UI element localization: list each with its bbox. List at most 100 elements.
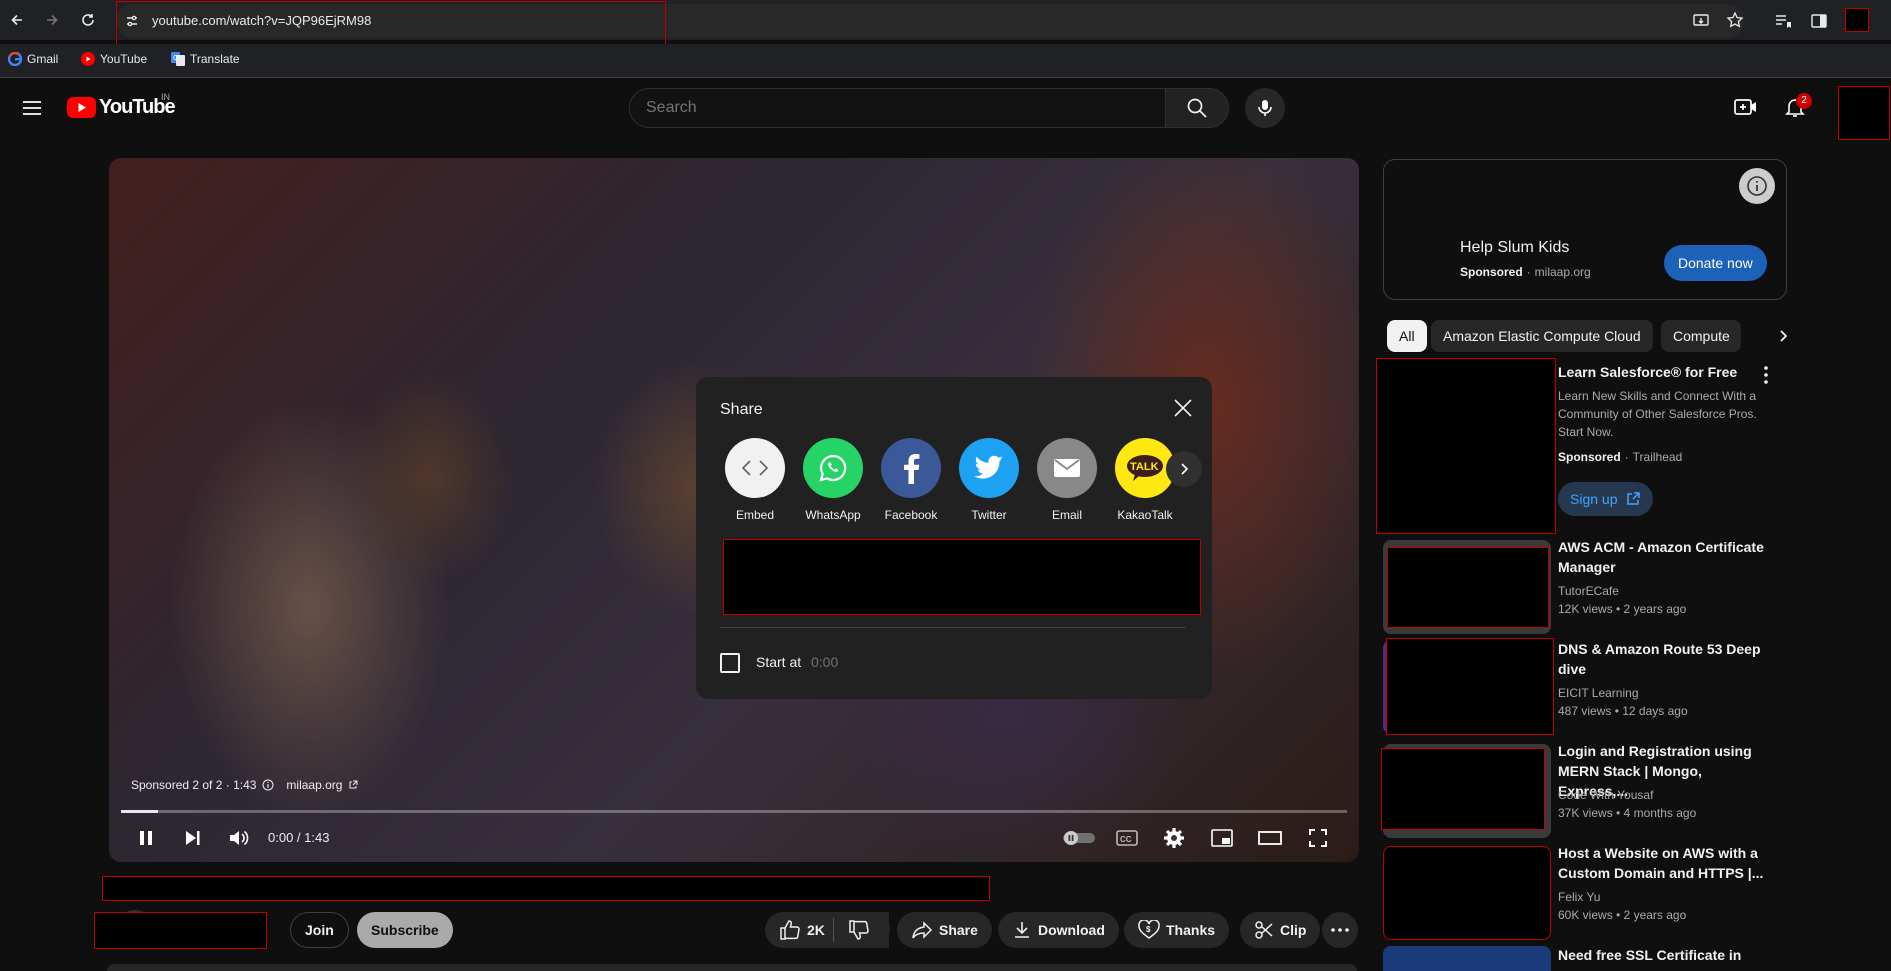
sponsored-ad-card[interactable]: Help Slum Kids Sponsored · milaap.org Do… — [1383, 159, 1787, 300]
twitter-icon — [959, 438, 1019, 498]
ad-domain-link[interactable]: milaap.org — [286, 778, 342, 792]
svg-text:TALK: TALK — [1130, 461, 1159, 473]
progress-fill — [121, 810, 158, 813]
share-twitter[interactable]: Twitter — [953, 438, 1025, 522]
join-button[interactable]: Join — [290, 912, 349, 948]
sponsored-video-meta: Sponsored · Trailhead — [1558, 448, 1682, 466]
share-link-field[interactable] — [723, 539, 1201, 615]
thanks-button[interactable]: $ Thanks — [1124, 912, 1230, 948]
related-title[interactable]: Host a Website on AWS with a Custom Doma… — [1558, 843, 1768, 883]
youtube-icon — [81, 52, 95, 66]
share-icon — [911, 920, 933, 940]
forward-icon[interactable] — [42, 10, 62, 30]
clip-button[interactable]: Clip — [1240, 912, 1321, 948]
more-actions-button[interactable] — [1322, 912, 1358, 948]
related-title[interactable]: Need free SSL Certificate in — [1558, 945, 1768, 965]
captions-button[interactable]: CC — [1112, 823, 1142, 853]
share-label: Share — [939, 922, 978, 938]
chip-compute[interactable]: Compute — [1661, 320, 1741, 352]
theater-mode-icon — [1258, 831, 1282, 845]
svg-text:$: $ — [1146, 925, 1151, 934]
profile-avatar[interactable] — [1845, 8, 1869, 32]
voice-search-button[interactable] — [1245, 88, 1285, 128]
description-box[interactable] — [107, 964, 1357, 971]
download-icon — [1012, 920, 1032, 940]
sign-up-label: Sign up — [1570, 491, 1618, 507]
next-button[interactable] — [177, 823, 207, 853]
time-display: 0:00 / 1:43 — [268, 830, 330, 845]
meta-separator: · — [1624, 450, 1629, 464]
autoplay-toggle[interactable] — [1061, 823, 1097, 853]
menu-icon[interactable] — [20, 96, 44, 120]
volume-icon — [230, 830, 249, 846]
ad-title: Help Slum Kids — [1460, 239, 1570, 256]
fullscreen-button[interactable] — [1303, 823, 1333, 853]
install-app-icon[interactable] — [1692, 12, 1710, 30]
progress-bar[interactable] — [121, 810, 1347, 813]
search-input[interactable] — [646, 89, 1146, 127]
reading-list-icon[interactable] — [1774, 12, 1792, 30]
settings-button[interactable] — [1159, 823, 1189, 853]
pause-button[interactable] — [131, 823, 161, 853]
bookmark-translate[interactable]: G Translate — [171, 52, 240, 66]
side-panel-icon[interactable] — [1810, 12, 1828, 30]
related-channel[interactable]: TutorECafe — [1558, 582, 1619, 600]
share-whatsapp[interactable]: WhatsApp — [797, 438, 869, 522]
share-label: KakaoTalk — [1117, 508, 1173, 522]
bookmark-label: Translate — [190, 52, 240, 66]
share-next-button[interactable] — [1166, 451, 1202, 487]
related-title[interactable]: AWS ACM - Amazon Certificate Manager — [1558, 537, 1768, 577]
volume-button[interactable] — [224, 823, 254, 853]
subscribe-button[interactable]: Subscribe — [357, 912, 453, 948]
related-thumbnail[interactable] — [1386, 638, 1554, 735]
share-email[interactable]: Email — [1031, 438, 1103, 522]
more-vertical-icon[interactable] — [1764, 366, 1768, 384]
start-at-checkbox[interactable] — [720, 653, 740, 673]
search-button[interactable] — [1165, 88, 1229, 128]
theater-mode-button[interactable] — [1255, 823, 1285, 853]
bookmark-youtube[interactable]: YouTube — [81, 52, 147, 66]
related-channel[interactable]: Felix Yu — [1558, 888, 1600, 906]
donate-now-button[interactable]: Donate now — [1664, 245, 1767, 281]
share-embed[interactable]: Embed — [719, 438, 791, 522]
external-link-icon — [348, 780, 358, 790]
thanks-icon: $ — [1138, 920, 1160, 940]
ad-sponsored-label: Sponsored — [1460, 265, 1523, 279]
youtube-play-icon — [67, 97, 96, 118]
related-channel[interactable]: EICIT Learning — [1558, 684, 1639, 702]
embed-icon — [725, 438, 785, 498]
related-channel[interactable]: Code With Yousaf — [1558, 786, 1653, 804]
bookmark-star-icon[interactable] — [1726, 11, 1744, 29]
info-icon[interactable] — [262, 779, 274, 791]
video-title — [102, 876, 990, 901]
related-thumbnail[interactable] — [1387, 547, 1549, 628]
related-thumbnail[interactable] — [1383, 946, 1551, 971]
share-dialog: Share Embed WhatsApp Facebook Twitter Em… — [696, 377, 1212, 699]
sponsored-video-title[interactable]: Learn Salesforce® for Free — [1558, 362, 1768, 382]
chip-amazon-ec2[interactable]: Amazon Elastic Compute Cloud — [1431, 320, 1653, 352]
sign-up-button[interactable]: Sign up — [1558, 482, 1654, 516]
related-title[interactable]: DNS & Amazon Route 53 Deep dive — [1558, 639, 1768, 679]
chips-next-button[interactable] — [1740, 320, 1790, 352]
dislike-button[interactable] — [834, 912, 890, 948]
share-button[interactable]: Share — [897, 912, 992, 948]
sponsored-video-thumbnail[interactable] — [1376, 358, 1556, 534]
youtube-logo[interactable]: YouTube — [67, 96, 176, 119]
chip-all[interactable]: All — [1387, 320, 1427, 352]
google-icon — [8, 52, 22, 66]
ad-info-button[interactable] — [1739, 168, 1775, 204]
download-button[interactable]: Download — [998, 912, 1119, 948]
bookmark-gmail[interactable]: Gmail — [8, 52, 58, 66]
back-icon[interactable] — [7, 10, 27, 30]
account-avatar[interactable] — [1838, 86, 1890, 140]
start-at-time[interactable]: 0:00 — [811, 654, 838, 670]
share-facebook[interactable]: Facebook — [875, 438, 947, 522]
miniplayer-button[interactable] — [1207, 823, 1237, 853]
related-stats: 12K views • 2 years ago — [1558, 602, 1687, 616]
reload-icon[interactable] — [78, 10, 98, 30]
related-thumbnail[interactable] — [1383, 846, 1551, 940]
related-thumbnail[interactable] — [1381, 748, 1545, 830]
create-icon[interactable] — [1733, 95, 1759, 119]
close-icon[interactable] — [1172, 397, 1194, 419]
channel-name[interactable] — [94, 912, 267, 949]
